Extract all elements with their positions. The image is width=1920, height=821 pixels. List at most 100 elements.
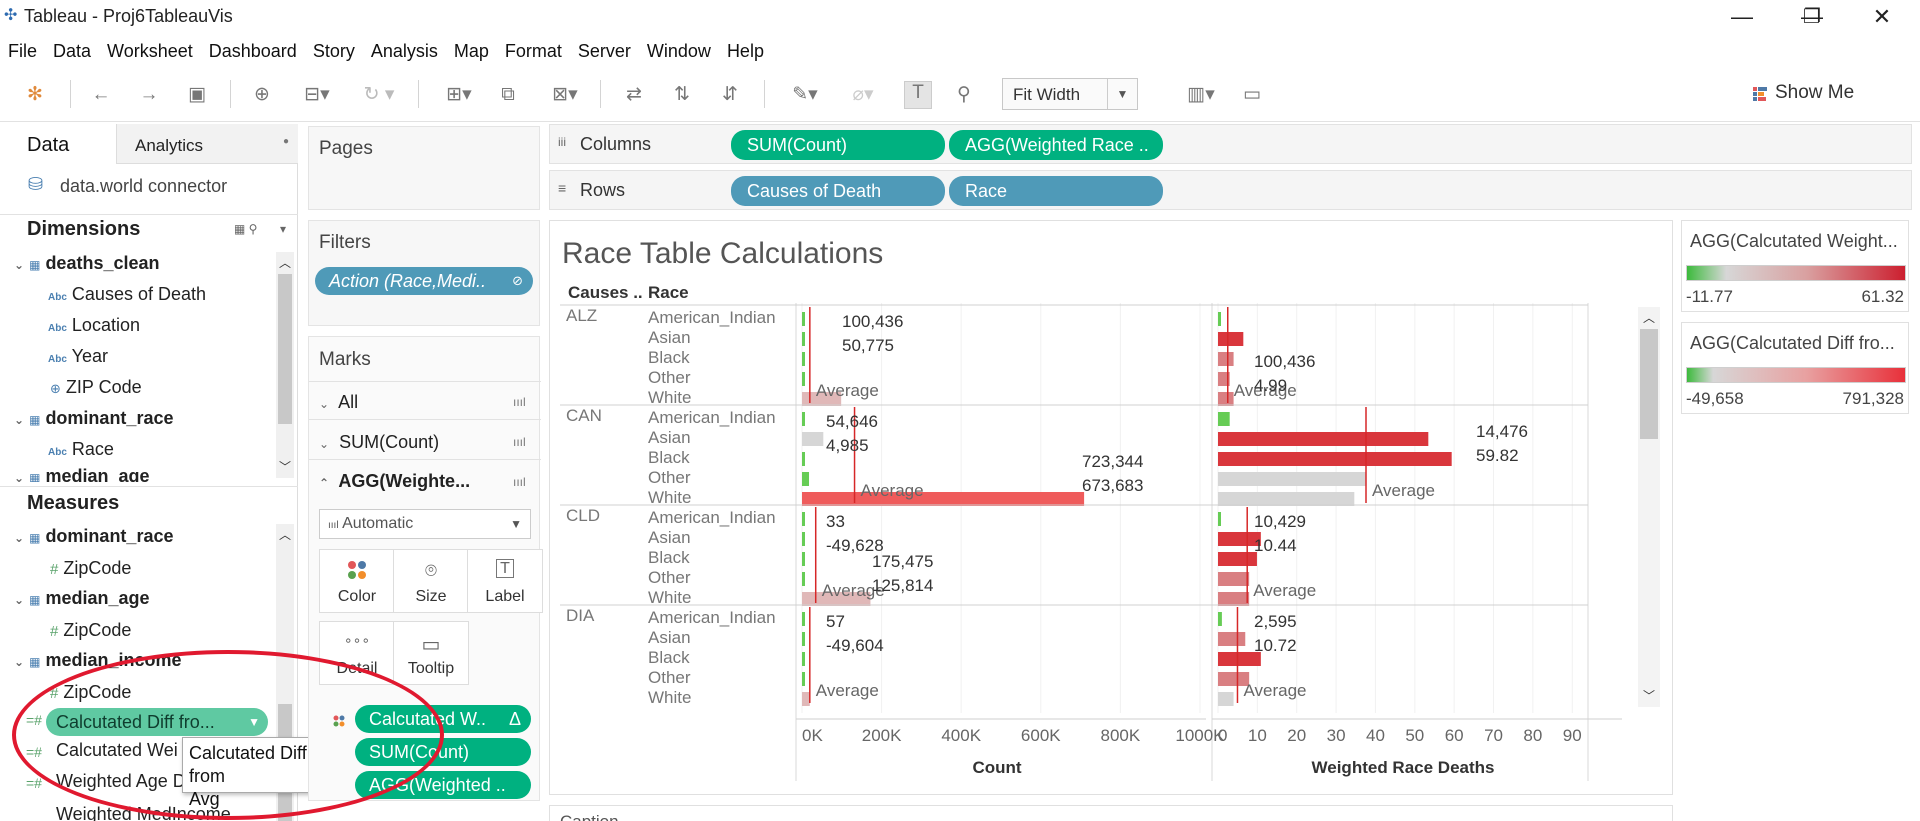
swap-rows-columns-icon[interactable]: ⇄: [622, 84, 646, 106]
show-hide-cards-icon[interactable]: ▥▾: [1180, 84, 1222, 106]
scroll-down-icon[interactable]: ﹀: [1643, 687, 1655, 704]
restore-window-button[interactable]: ❐: [1782, 2, 1842, 32]
mark-type-dropdown[interactable]: ıııl Automatic ▼: [319, 509, 531, 539]
tableau-home-icon[interactable]: ✻: [24, 84, 46, 106]
field-causes-of-death[interactable]: Abc Causes of Death: [48, 284, 206, 305]
menu-dashboard[interactable]: Dashboard: [201, 38, 305, 64]
columns-shelf[interactable]: iii Columns SUM(Count) AGG(Weighted Race…: [549, 124, 1912, 164]
rows-pill-causes-of-death[interactable]: Causes of Death: [731, 176, 945, 206]
close-window-button[interactable]: ✕: [1852, 2, 1912, 32]
chevron-down-icon[interactable]: ▾: [280, 222, 286, 236]
field-year[interactable]: Abc Year: [48, 346, 108, 367]
sort-ascending-icon[interactable]: ⇅: [670, 84, 694, 106]
scroll-up-icon[interactable]: ︿: [1643, 309, 1655, 326]
menu-worksheet[interactable]: Worksheet: [99, 38, 201, 64]
save-icon[interactable]: ▣: [186, 84, 208, 106]
table-icon: ▦: [29, 655, 41, 669]
bar-mark-icon: ıııl: [513, 435, 526, 449]
color-button[interactable]: Color: [319, 549, 395, 613]
new-data-source-icon[interactable]: ⊕: [250, 84, 274, 106]
marks-sum-count-row[interactable]: ⌄ SUM(Count): [319, 432, 439, 453]
dimensions-scrollbar[interactable]: ︿ ﹀: [276, 252, 294, 478]
marks-all-row[interactable]: ⌄ All: [319, 392, 358, 413]
sort-descending-icon[interactable]: ⇵: [718, 84, 742, 106]
color-legend-weighted[interactable]: AGG(Calcutated Weight... -11.77 61.32: [1681, 220, 1909, 312]
refresh-icon[interactable]: ↻ ▾: [356, 84, 402, 106]
bar: [802, 332, 805, 346]
pages-card[interactable]: Pages: [308, 126, 540, 210]
worksheet-view[interactable]: Race Table Calculations Causes .. Race A…: [549, 220, 1673, 795]
menu-help[interactable]: Help: [719, 38, 772, 64]
fit-width-value: Fit Width: [1013, 85, 1081, 104]
fit-width-dropdown[interactable]: Fit Width ▼: [1002, 78, 1138, 110]
view-scrollbar[interactable]: ︿ ﹀: [1638, 307, 1660, 707]
window-title: Tableau - Proj6TableauVis: [24, 6, 233, 26]
show-mark-labels-icon[interactable]: T: [904, 81, 932, 109]
size-button[interactable]: ⌾ Size: [393, 549, 469, 613]
race-label: American_Indian: [648, 308, 776, 327]
filters-card[interactable]: Filters Action (Race,Medi.. ⊘: [308, 220, 540, 326]
filter-pill-action[interactable]: Action (Race,Medi.. ⊘: [315, 267, 533, 295]
tick-label: 60: [1445, 726, 1464, 745]
bar: [802, 612, 805, 626]
scroll-up-icon[interactable]: ︿: [279, 526, 291, 543]
field-label: ZipCode: [63, 620, 132, 640]
field-race[interactable]: Abc Race: [48, 439, 114, 460]
show-me-button[interactable]: Show Me: [1775, 82, 1854, 104]
data-label: 4,985: [826, 436, 869, 455]
legend-max: 61.32: [1861, 287, 1904, 306]
measure-zipcode[interactable]: # ZipCode: [50, 620, 131, 641]
presentation-mode-icon[interactable]: ▭: [1240, 84, 1264, 106]
color-legend-diff[interactable]: AGG(Calcutated Diff fro... -49,658 791,3…: [1681, 322, 1909, 414]
scroll-up-icon[interactable]: ︿: [279, 254, 291, 271]
tab-data[interactable]: Data: [0, 124, 116, 164]
highlight-icon[interactable]: ✎▾: [784, 84, 826, 106]
group-members-icon[interactable]: ⌀▾: [842, 84, 884, 106]
tab-menu-icon[interactable]: ●: [283, 136, 289, 147]
undo-icon[interactable]: ←: [90, 84, 112, 106]
pause-updates-icon[interactable]: ⊟▾: [300, 84, 334, 106]
field-zip-code[interactable]: ⊕ ZIP Code: [50, 377, 142, 398]
data-label: 10.72: [1254, 636, 1297, 655]
field-location[interactable]: Abc Location: [48, 315, 140, 336]
scroll-thumb[interactable]: [278, 274, 292, 424]
clear-sheet-icon[interactable]: ⊠▾: [544, 84, 586, 106]
tree-table-median-age[interactable]: ⌄ ▦ median_age: [14, 466, 149, 482]
menu-story[interactable]: Story: [305, 38, 363, 64]
menu-data[interactable]: Data: [45, 38, 99, 64]
chevron-down-icon: ⌄: [319, 437, 330, 451]
menu-map[interactable]: Map: [446, 38, 497, 64]
tree-table-dominant-race-measures[interactable]: ⌄ ▦ dominant_race: [14, 526, 173, 547]
view-options-icon[interactable]: ▦ ⚲: [234, 222, 257, 236]
columns-icon: iii: [558, 135, 566, 149]
menu-file[interactable]: File: [0, 38, 45, 64]
menu-analysis[interactable]: Analysis: [363, 38, 446, 64]
measure-zipcode[interactable]: # ZipCode: [50, 558, 131, 579]
new-worksheet-icon[interactable]: ⊞▾: [436, 84, 482, 106]
rows-pill-race[interactable]: Race: [949, 176, 1163, 206]
scroll-down-icon[interactable]: ﹀: [279, 458, 291, 475]
rows-shelf[interactable]: ≡ Rows Causes of Death Race: [549, 170, 1912, 210]
tree-table-deaths-clean[interactable]: ⌄ ▦ deaths_clean: [14, 253, 160, 274]
table-icon: ▦: [29, 471, 41, 482]
columns-pill-agg-weighted[interactable]: AGG(Weighted Race ..: [949, 130, 1163, 160]
bar: [1218, 472, 1366, 486]
label-button[interactable]: T Label: [467, 549, 543, 613]
scroll-thumb[interactable]: [1640, 329, 1658, 439]
minimize-window-button[interactable]: —: [1712, 2, 1772, 32]
menu-server[interactable]: Server: [570, 38, 639, 64]
tree-table-median-age-measures[interactable]: ⌄ ▦ median_age: [14, 588, 149, 609]
marks-agg-row[interactable]: ⌃ AGG(Weighte...: [319, 471, 470, 492]
menu-window[interactable]: Window: [639, 38, 719, 64]
redo-icon[interactable]: →: [138, 84, 160, 106]
menu-format[interactable]: Format: [497, 38, 570, 64]
tooltip-button[interactable]: ▭ Tooltip: [393, 621, 469, 685]
data-source-name[interactable]: data.world connector: [60, 176, 227, 197]
data-label: 100,436: [1254, 352, 1315, 371]
tab-analytics[interactable]: Analytics ●: [116, 124, 298, 164]
tree-table-dominant-race[interactable]: ⌄ ▦ dominant_race: [14, 408, 173, 429]
columns-pill-sum-count[interactable]: SUM(Count): [731, 130, 945, 160]
duplicate-sheet-icon[interactable]: ⧉: [496, 84, 520, 106]
table-icon: ▦: [29, 531, 41, 545]
fix-axes-icon[interactable]: ⚲: [952, 84, 976, 106]
